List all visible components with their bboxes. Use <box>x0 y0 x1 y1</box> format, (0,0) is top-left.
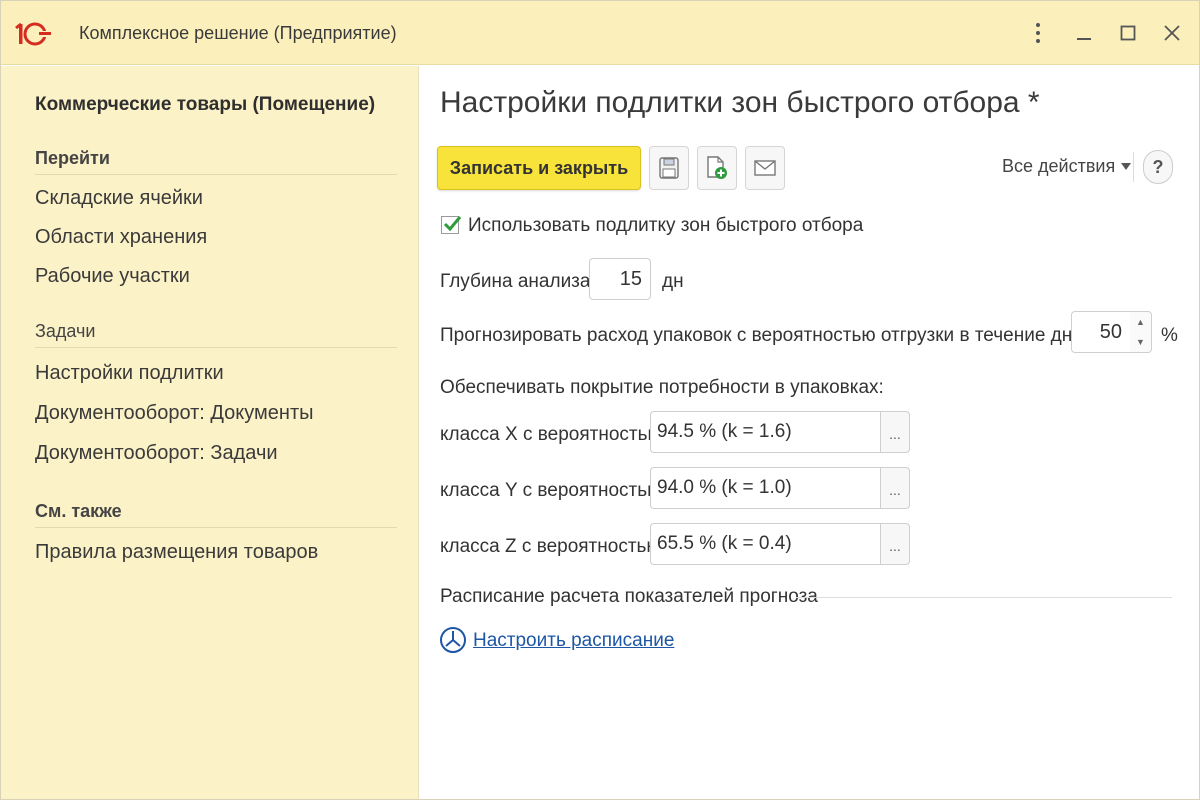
forecast-label: Прогнозировать расход упаковок с вероятн… <box>440 325 1147 346</box>
envelope-icon <box>754 160 776 176</box>
analysis-depth-label: Глубина анализа: <box>440 271 596 292</box>
analysis-depth-input[interactable]: 15 <box>589 258 651 300</box>
class-x-input[interactable]: 94.5 % (k = 1.6) <box>650 411 882 453</box>
document-add-icon <box>707 156 727 179</box>
use-replenishment-checkbox[interactable] <box>441 216 462 234</box>
class-z-select-button[interactable]: ... <box>880 523 910 565</box>
sidebar-item-docflow-tasks[interactable]: Документооборот: Задачи <box>35 442 278 465</box>
sidebar-item-replenishment-settings[interactable]: Настройки подлитки <box>35 362 224 385</box>
forecast-spinner[interactable]: ▲ ▼ <box>1130 311 1152 353</box>
class-x-label: класса X с вероятностью: <box>440 424 668 445</box>
main-content: Настройки подлитки зон быстрого отбора *… <box>420 66 1199 799</box>
sidebar: Коммерческие товары (Помещение) Перейти … <box>1 66 419 799</box>
sidebar-title: Коммерческие товары (Помещение) <box>35 94 376 115</box>
use-replenishment-label: Использовать подлитку зон быстрого отбор… <box>468 215 864 236</box>
schedule-divider <box>796 597 1172 598</box>
sidebar-item-storage-areas[interactable]: Области хранения <box>35 226 207 249</box>
1c-logo-icon <box>15 22 51 46</box>
all-actions-menu[interactable]: Все действия <box>1002 156 1132 177</box>
class-y-input[interactable]: 94.0 % (k = 1.0) <box>650 467 882 509</box>
forecast-unit: % <box>1161 325 1178 346</box>
class-y-select-button[interactable]: ... <box>880 467 910 509</box>
close-button[interactable] <box>1155 15 1189 51</box>
spin-down-icon[interactable]: ▼ <box>1136 337 1145 347</box>
configure-schedule-link[interactable]: Настроить расписание <box>473 630 674 652</box>
floppy-disk-icon <box>659 157 679 179</box>
schedule-label: Расписание расчета показателей прогноза <box>440 586 818 607</box>
app-window: Комплексное решение (Предприятие) Коммер… <box>0 0 1200 800</box>
page-title: Настройки подлитки зон быстрого отбора * <box>440 86 1040 119</box>
clock-icon[interactable] <box>438 625 468 655</box>
save-and-close-button[interactable]: Записать и закрыть <box>437 146 641 190</box>
dropdown-arrow-icon <box>1121 162 1132 170</box>
all-actions-label: Все действия <box>1002 156 1116 176</box>
class-z-input[interactable]: 65.5 % (k = 0.4) <box>650 523 882 565</box>
sidebar-section-tasks: Задачи <box>35 321 397 348</box>
class-y-label: класса Y с вероятностью: <box>440 480 667 501</box>
toolbar-divider <box>1133 152 1134 182</box>
sidebar-item-work-areas[interactable]: Рабочие участки <box>35 265 190 288</box>
sidebar-section-goto: Перейти <box>35 148 397 175</box>
sidebar-item-docflow-documents[interactable]: Документооборот: Документы <box>35 402 314 425</box>
class-z-label: класса Z с вероятностью: <box>440 536 666 557</box>
title-bar: Комплексное решение (Предприятие) <box>1 1 1199 65</box>
minimize-icon <box>1077 38 1091 40</box>
close-icon <box>1164 25 1180 41</box>
sidebar-section-see-also: См. также <box>35 501 397 528</box>
analysis-depth-unit: дн <box>662 271 684 292</box>
window-title: Комплексное решение (Предприятие) <box>79 23 397 43</box>
vertical-dots-icon <box>1036 23 1040 43</box>
coverage-label: Обеспечивать покрытие потребности в упак… <box>440 377 884 398</box>
send-email-button[interactable] <box>745 146 785 190</box>
checkmark-icon <box>443 216 462 232</box>
maximize-icon <box>1120 25 1136 41</box>
sidebar-item-placement-rules[interactable]: Правила размещения товаров <box>35 541 318 564</box>
class-x-select-button[interactable]: ... <box>880 411 910 453</box>
minimize-button[interactable] <box>1067 15 1101 51</box>
forecast-probability-input[interactable]: 50 <box>1071 311 1131 353</box>
help-button[interactable]: ? <box>1143 150 1173 184</box>
save-button[interactable] <box>649 146 689 190</box>
more-menu-button[interactable] <box>1021 15 1055 51</box>
maximize-button[interactable] <box>1111 15 1145 51</box>
spin-up-icon[interactable]: ▲ <box>1136 317 1145 327</box>
sidebar-item-storage-cells[interactable]: Складские ячейки <box>35 187 203 210</box>
create-based-on-button[interactable] <box>697 146 737 190</box>
